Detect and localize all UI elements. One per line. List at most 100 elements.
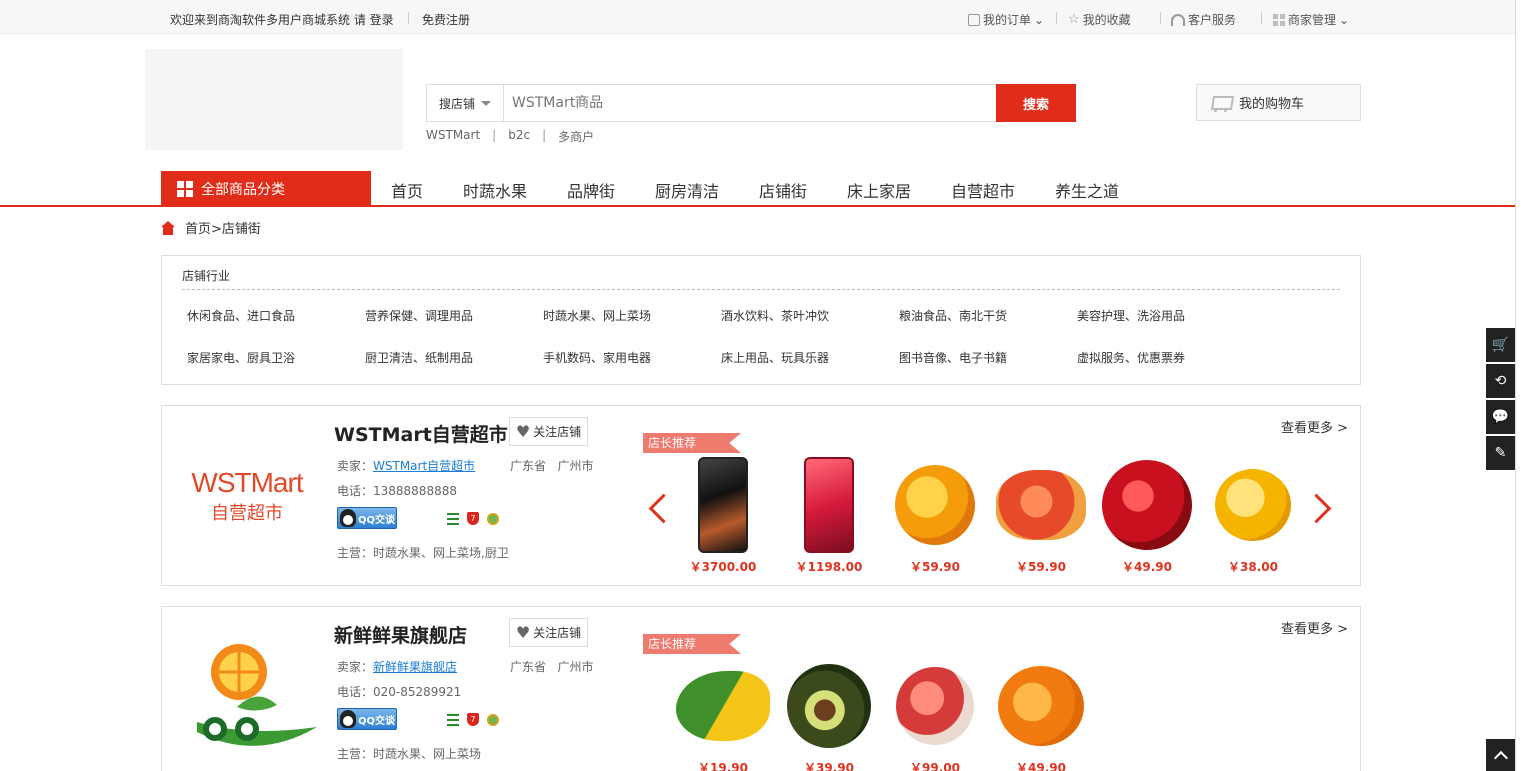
see-more-link[interactable]: 查看更多 > (1281, 618, 1348, 637)
qq-chat-button[interactable]: QQ交谈 (337, 708, 397, 730)
my-cart-button[interactable]: 我的购物车 (1196, 84, 1361, 121)
side-edit-icon[interactable]: ✎ (1486, 436, 1515, 470)
prev-arrow-icon[interactable] (649, 494, 665, 522)
product-item[interactable]: ￥49.90 (1097, 454, 1197, 574)
industry-item[interactable]: 酒水饮料、茶叶冲饮 (721, 307, 829, 324)
customer-service-link[interactable]: 客户服务 (1171, 11, 1236, 28)
menu-badge-icon (447, 512, 459, 525)
province: 广东省 (510, 459, 547, 473)
hotword-link[interactable]: b2c (508, 128, 530, 145)
breadcrumb-home[interactable]: 首页 (185, 222, 211, 237)
seller-link[interactable]: 新鲜鲜果旗舰店 (373, 660, 457, 674)
province: 广东省 (510, 660, 547, 674)
hotword-link[interactable]: 多商户 (558, 128, 594, 145)
follow-label: 关注店铺 (533, 425, 582, 439)
industry-item[interactable]: 厨卫清洁、纸制用品 (365, 349, 473, 366)
breadcrumb-sep: > (211, 222, 222, 237)
shop-name[interactable]: 新鲜鲜果旗舰店 (334, 621, 467, 648)
menu-badge-icon (447, 713, 459, 726)
shop-main-business: 主营：时蔬水果、网上菜场,厨卫 (337, 546, 509, 560)
product-price: ￥3700.00 (689, 560, 757, 574)
product-item[interactable]: ￥3700.00 (673, 454, 773, 574)
my-favorites-link[interactable]: ☆ 我的收藏 (1068, 11, 1131, 28)
breadcrumb: 首页>店铺街 (161, 218, 261, 237)
my-orders-link[interactable]: 我的订单 ⌄ (968, 11, 1044, 28)
merchant-mgmt-link[interactable]: 商家管理 ⌄ (1273, 11, 1349, 28)
industry-item[interactable]: 虚拟服务、优惠票券 (1077, 349, 1185, 366)
shop-name[interactable]: WSTMart自营超市 (334, 420, 508, 447)
divider (182, 289, 1340, 290)
product-item[interactable]: ￥39.90 (779, 655, 879, 771)
industry-title: 店铺行业 (182, 269, 231, 283)
side-cart-icon[interactable]: 🛒 (1486, 328, 1515, 362)
qq-penguin-icon (340, 710, 356, 728)
side-history-icon[interactable]: ⟲ (1486, 364, 1515, 398)
seller-label: 卖家： (337, 660, 374, 674)
industry-item[interactable]: 粮油食品、南北干货 (899, 307, 1007, 324)
shop-badges: 7 (447, 512, 499, 525)
side-chat-icon[interactable]: 💬 (1486, 400, 1515, 434)
product-item[interactable]: ￥38.00 (1203, 454, 1303, 574)
industry-item[interactable]: 时蔬水果、网上菜场 (543, 307, 651, 324)
follow-shop-button[interactable]: ♥ 关注店铺 (509, 417, 588, 446)
welcome-login-text[interactable]: 欢迎来到商淘软件多用户商城系统 请 登录 (170, 11, 394, 28)
strawberry-icon (1100, 456, 1194, 554)
star-icon: ☆ (1068, 11, 1080, 27)
chevron-down-icon: ⌄ (1034, 12, 1045, 27)
industry-item[interactable]: 休闲食品、进口食品 (187, 307, 295, 324)
search-type-select[interactable]: 搜店铺 (427, 85, 504, 121)
my-orders-label: 我的订单 (983, 13, 1032, 27)
follow-shop-button[interactable]: ♥ 关注店铺 (509, 618, 588, 647)
search-bar: 搜店铺 (426, 84, 1076, 122)
seller-link[interactable]: WSTMart自营超市 (373, 459, 475, 473)
main-nav: 全部商品分类 首页 时蔬水果 品牌街 厨房清洁 店铺街 床上家居 自营超市 养生… (0, 171, 1515, 207)
merchant-mgmt-label: 商家管理 (1288, 13, 1337, 27)
nav-item-health[interactable]: 养生之道 (1055, 178, 1119, 202)
nav-item-brands[interactable]: 品牌街 (567, 178, 615, 202)
grid-icon (1273, 13, 1285, 26)
all-categories-button[interactable]: 全部商品分类 (161, 171, 371, 206)
register-link[interactable]: 免费注册 (422, 11, 470, 28)
search-input[interactable] (504, 85, 1075, 121)
grid-icon (177, 180, 193, 197)
chevron-up-icon (1493, 750, 1508, 766)
nav-item-self-supermarket[interactable]: 自营超市 (951, 178, 1015, 202)
back-to-top-button[interactable] (1486, 739, 1515, 771)
divider (1056, 12, 1057, 24)
product-item[interactable]: ￥19.90 (673, 655, 773, 771)
industry-item[interactable]: 图书音像、电子书籍 (899, 349, 1007, 366)
industry-item[interactable]: 床上用品、玩具乐器 (721, 349, 829, 366)
nav-item-bedding[interactable]: 床上家居 (847, 178, 911, 202)
nav-item-home[interactable]: 首页 (391, 178, 423, 202)
search-button[interactable]: 搜索 (996, 84, 1076, 122)
follow-label: 关注店铺 (533, 626, 582, 640)
industry-item[interactable]: 营养保健、调理用品 (365, 307, 473, 324)
product-item[interactable]: ￥59.90 (991, 454, 1091, 574)
industry-item[interactable]: 美容护理、洗浴用品 (1077, 307, 1185, 324)
phone-black-icon (676, 456, 770, 554)
divider (1261, 12, 1262, 24)
qq-chat-button[interactable]: QQ交谈 (337, 507, 397, 529)
product-price: ￥19.90 (698, 761, 748, 771)
product-price: ￥38.00 (1228, 560, 1278, 574)
product-item[interactable]: ￥59.90 (885, 454, 985, 574)
shop-logo[interactable]: WSTMart 自营超市 (172, 416, 322, 576)
industry-item[interactable]: 手机数码、家用电器 (543, 349, 651, 366)
hotword-link[interactable]: WSTMart (426, 128, 480, 145)
shop-phone: 电话：13888888888 (337, 484, 457, 498)
product-item[interactable]: ￥99.00 (885, 655, 985, 771)
nav-item-vegetables-fruits[interactable]: 时蔬水果 (463, 178, 527, 202)
see-more-link[interactable]: 查看更多 > (1281, 417, 1348, 436)
industry-item[interactable]: 家居家电、厨具卫浴 (187, 349, 295, 366)
site-logo[interactable] (145, 49, 403, 150)
product-item[interactable]: ￥1198.00 (779, 454, 879, 574)
shop-logo[interactable] (172, 617, 322, 771)
seller-line: 卖家：WSTMart自营超市 (337, 457, 475, 474)
shop-card: WSTMart 自营超市 WSTMart自营超市 ♥ 关注店铺 卖家：WSTMa… (161, 405, 1361, 586)
scrollbar-rail[interactable] (1515, 0, 1523, 771)
my-cart-label: 我的购物车 (1239, 97, 1305, 112)
product-item[interactable]: ￥49.90 (991, 655, 1091, 771)
next-arrow-icon[interactable] (1312, 494, 1328, 522)
nav-item-shop-street[interactable]: 店铺街 (759, 178, 807, 202)
nav-item-kitchen[interactable]: 厨房清洁 (655, 178, 719, 202)
